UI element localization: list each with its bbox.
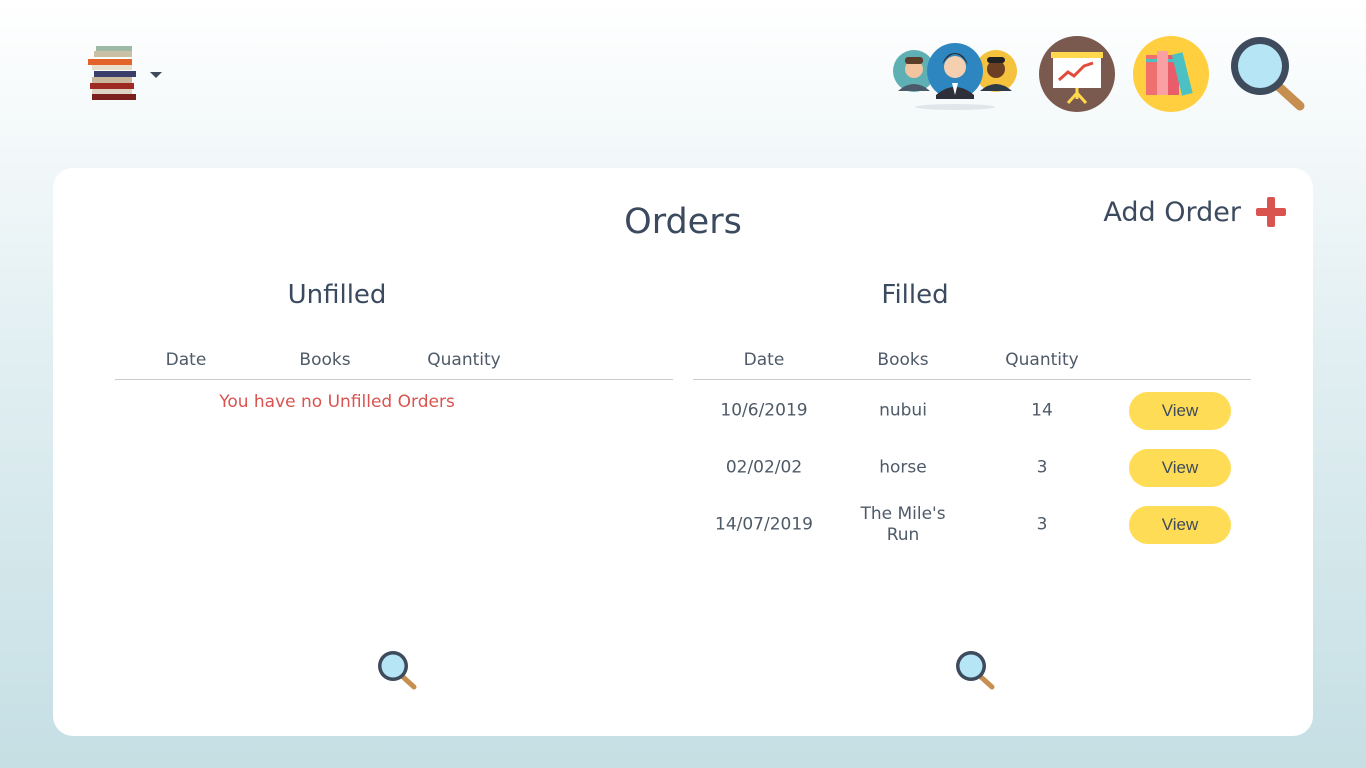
column-header-quantity: Quantity [1005, 350, 1079, 370]
caret-down-icon [150, 72, 162, 78]
table-row: 02/02/02 horse 3 View [693, 439, 1251, 496]
view-button[interactable]: View [1129, 505, 1231, 544]
order-date: 10/6/2019 [720, 400, 808, 420]
add-order-label: Add Order [1103, 196, 1241, 228]
filled-title: Filled [881, 280, 949, 310]
column-header-books: Books [877, 350, 929, 370]
presentation-chart-icon[interactable] [1038, 35, 1116, 113]
order-quantity: 14 [1031, 400, 1053, 420]
search-unfilled-icon[interactable] [376, 650, 418, 692]
filled-table-header: Date Books Quantity [693, 350, 1251, 380]
unfilled-table-header: Date Books Quantity [115, 350, 673, 380]
view-button[interactable]: View [1129, 391, 1231, 430]
top-nav [890, 34, 1306, 114]
magnifier-icon[interactable] [1226, 34, 1306, 114]
column-header-quantity: Quantity [427, 350, 501, 370]
books-stack-icon [88, 46, 136, 100]
search-filled-icon[interactable] [954, 650, 996, 692]
order-books: horse [879, 457, 927, 477]
unfilled-title: Unfilled [287, 280, 387, 310]
order-date: 14/07/2019 [715, 514, 813, 534]
table-row: 14/07/2019 The Mile's Run 3 View [693, 496, 1251, 553]
order-books: The Mile's Run [860, 503, 946, 545]
order-books: nubui [879, 400, 927, 420]
books-icon[interactable] [1132, 35, 1210, 113]
column-header-date: Date [743, 350, 785, 370]
add-order-button[interactable]: Add Order [1103, 196, 1287, 228]
column-header-date: Date [165, 350, 207, 370]
table-row: 10/6/2019 nubui 14 View [693, 382, 1251, 439]
logo-menu[interactable] [86, 44, 162, 102]
order-quantity: 3 [1036, 457, 1048, 477]
column-header-books: Books [299, 350, 351, 370]
filled-panel: Filled Date Books Quantity 10/6/2019 nub… [693, 280, 1251, 553]
plus-icon [1256, 197, 1286, 227]
users-avatars-icon[interactable] [890, 35, 1020, 113]
order-date: 02/02/02 [725, 457, 803, 477]
order-quantity: 3 [1036, 514, 1048, 534]
empty-unfilled-message: You have no Unfilled Orders [219, 392, 455, 412]
orders-card: Orders Add Order Unfilled Date Books Qua… [53, 168, 1313, 736]
view-button[interactable]: View [1129, 448, 1231, 487]
unfilled-panel: Unfilled Date Books Quantity You have no… [115, 280, 673, 412]
